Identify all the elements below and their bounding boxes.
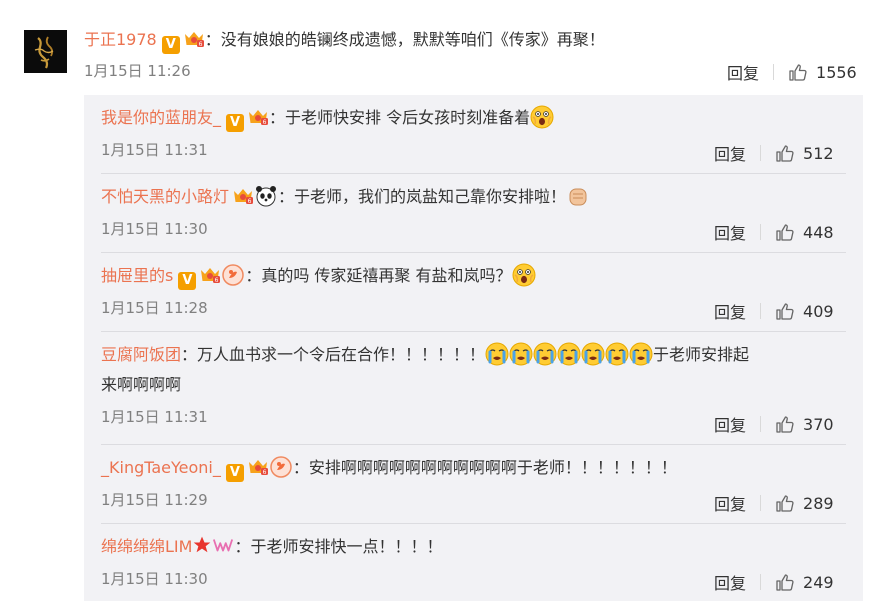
user-avatar[interactable] xyxy=(24,30,67,73)
reply-divider xyxy=(101,523,846,524)
reply-actions: 回复 512 xyxy=(714,141,834,165)
verified-v-badge-icon: V xyxy=(178,272,197,290)
like-count: 409 xyxy=(803,301,834,321)
like-count: 512 xyxy=(803,143,834,163)
replies-panel: 我是你的蓝朋友_ V ：于老师快安排 令后女孩时刻准备着 1月15日 11:31 回… xyxy=(84,95,863,601)
main-comment-date: 1月15日 11:26 xyxy=(84,62,191,80)
reply-text: ：万人血书求一个令后在合作！！！！！！ xyxy=(181,345,486,364)
fruit-badge-icon xyxy=(221,263,245,287)
fist-emoji xyxy=(569,188,587,206)
reply-text-continued: 于老师安排起 xyxy=(653,345,750,364)
thumbs-up-icon[interactable] xyxy=(775,493,795,513)
like-count: 249 xyxy=(803,572,834,592)
reply-username[interactable]: 不怕天黑的小路灯 xyxy=(101,187,229,206)
reply-text: ：于老师安排快一点！！！！ xyxy=(234,537,443,556)
thumbs-up-icon[interactable] xyxy=(775,414,795,434)
reply-username[interactable]: 豆腐阿饭团 xyxy=(101,345,181,364)
thumbs-up-icon[interactable] xyxy=(788,62,808,82)
vip-crown-icon xyxy=(232,187,254,205)
crying-face-emoji xyxy=(533,342,557,366)
action-divider xyxy=(760,495,762,511)
like-count: 370 xyxy=(803,414,834,434)
panda-emoji xyxy=(256,186,277,207)
action-divider xyxy=(773,64,775,80)
reply-username[interactable]: 我是你的蓝朋友_ xyxy=(101,108,221,127)
thumbs-up-icon[interactable] xyxy=(775,301,795,321)
reply-button[interactable]: 回复 xyxy=(714,220,746,244)
verified-v-badge-icon: V xyxy=(226,114,245,132)
w-badge-icon xyxy=(213,539,234,552)
reply-button[interactable]: 回复 xyxy=(714,570,746,594)
reply-divider xyxy=(101,444,846,445)
main-comment-line: 于正1978 V ：没有娘娘的皓镧终成遗憾，默默等咱们《传家》再聚！ xyxy=(84,28,605,54)
reply-button[interactable]: 回复 xyxy=(714,412,746,436)
reply-username[interactable]: _KingTaeYeoni_ xyxy=(101,458,221,477)
reply-actions: 回复 289 xyxy=(714,491,834,515)
verified-v-badge-icon: V xyxy=(161,36,180,54)
action-divider xyxy=(760,145,762,161)
reply-button[interactable]: 回复 xyxy=(714,491,746,515)
reply-username[interactable]: 抽屉里的s xyxy=(101,266,173,285)
fruit-badge-icon xyxy=(269,455,293,479)
crying-face-emoji xyxy=(485,342,509,366)
reply-text: ：真的吗 传家延禧再聚 有盐和岚吗？ xyxy=(245,266,512,285)
reply-actions: 回复 448 xyxy=(714,220,834,244)
crying-face-emoji xyxy=(605,342,629,366)
like-count: 1556 xyxy=(816,62,857,82)
vip-crown-icon xyxy=(199,266,221,284)
thumbs-up-icon[interactable] xyxy=(775,143,795,163)
reply-username[interactable]: 绵绵绵绵LIM xyxy=(101,537,192,556)
reply-button[interactable]: 回复 xyxy=(714,299,746,323)
action-divider xyxy=(760,303,762,319)
vip-crown-icon xyxy=(247,458,269,476)
crying-face-emoji xyxy=(557,342,581,366)
reply-text: ：于老师快安排 令后女孩时刻准备着 xyxy=(269,108,531,127)
reply-divider xyxy=(101,331,846,332)
reply-text-line2: 来啊啊啊啊 xyxy=(101,375,182,394)
reply-actions: 回复 409 xyxy=(714,299,834,323)
action-divider xyxy=(760,574,762,590)
verified-v-badge-icon: V xyxy=(225,464,244,482)
red-star-icon xyxy=(194,536,211,553)
main-comment-username[interactable]: 于正1978 xyxy=(84,30,157,49)
reply-text: ：安排啊啊啊啊啊啊啊啊啊啊啊于老师！！！！！！！ xyxy=(292,458,677,477)
crying-face-emoji xyxy=(581,342,605,366)
action-divider xyxy=(760,416,762,432)
vip-crown-icon xyxy=(183,30,205,48)
reply-button[interactable]: 回复 xyxy=(727,60,759,84)
vip-crown-icon xyxy=(247,108,269,126)
reply-actions: 回复 249 xyxy=(714,570,834,594)
like-count: 289 xyxy=(803,493,834,513)
reply-divider xyxy=(101,252,846,253)
action-divider xyxy=(760,224,762,240)
main-comment-text: ：没有娘娘的皓镧终成遗憾，默默等咱们《传家》再聚！ xyxy=(204,30,605,49)
reply-text: ：于老师，我们的岚盐知己靠你安排啦！ xyxy=(278,187,567,206)
reply-button[interactable]: 回复 xyxy=(714,141,746,165)
reply-actions: 回复 370 xyxy=(714,412,834,436)
thumbs-up-icon[interactable] xyxy=(775,222,795,242)
thumbs-up-icon[interactable] xyxy=(775,572,795,592)
main-comment-actions: 回复 1556 xyxy=(727,60,857,84)
reply-divider xyxy=(101,173,846,174)
crying-face-emoji xyxy=(509,342,533,366)
shocked-face-emoji xyxy=(530,105,554,129)
shocked-face-emoji xyxy=(512,263,536,287)
like-count: 448 xyxy=(803,222,834,242)
crying-face-emoji xyxy=(629,342,653,366)
